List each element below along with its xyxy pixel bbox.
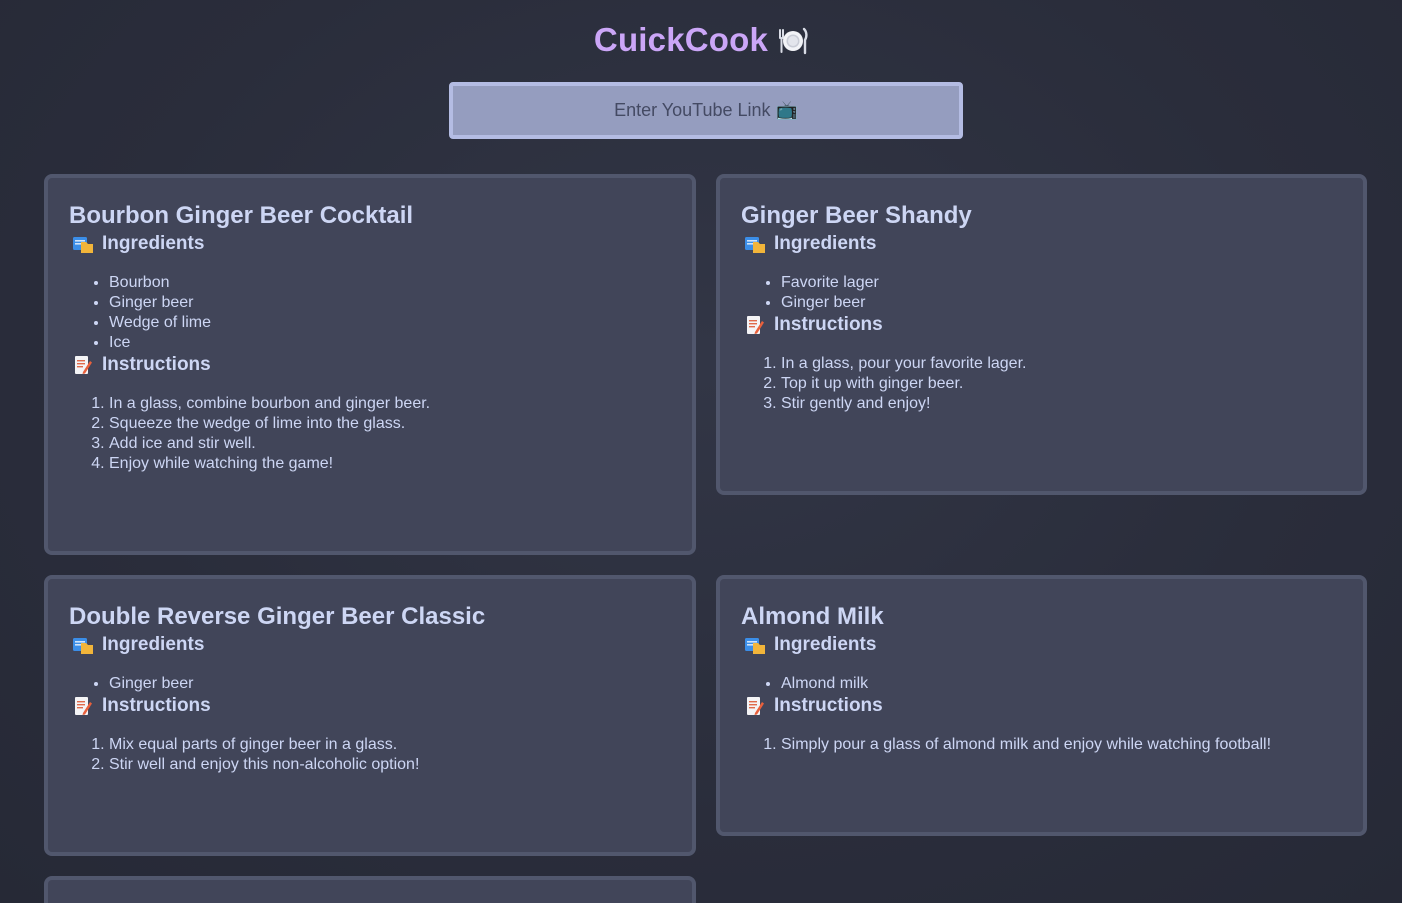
ingredients-list: Bourbon Ginger beer Wedge of lime Ice [69,273,671,353]
list-item: Ginger beer [781,293,1342,313]
recipe-card [44,876,696,903]
list-item: In a glass, pour your favorite lager. [781,354,1342,374]
recipe-card: Almond Milk Ingredients Almond milk Inst… [716,575,1367,836]
instructions-heading: Instructions [69,694,671,718]
list-item: Bourbon [109,273,671,293]
list-item: Wedge of lime [109,313,671,333]
list-item: Favorite lager [781,273,1342,293]
instructions-list: In a glass, combine bourbon and ginger b… [69,394,671,474]
memo-icon [75,356,92,374]
list-item: Simply pour a glass of almond milk and e… [781,735,1342,755]
clipboard-folder-icon [73,638,93,654]
list-item: Top it up with ginger beer. [781,374,1342,394]
list-item: Squeeze the wedge of lime into the glass… [109,414,671,434]
instructions-heading: Instructions [741,313,1342,337]
recipe-title: Ginger Beer Shandy [741,202,972,229]
memo-icon [747,697,764,715]
recipe-title: Double Reverse Ginger Beer Classic [69,603,486,630]
ingredients-label: Ingredients [102,634,205,655]
clipboard-folder-icon [73,237,93,253]
list-item: Ginger beer [109,293,671,313]
recipe-card: Ginger Beer Shandy Ingredients Favorite … [716,174,1367,495]
instructions-list: Mix equal parts of ginger beer in a glas… [69,735,671,775]
memo-icon [75,697,92,715]
list-item: Enjoy while watching the game! [109,454,671,474]
instructions-heading: Instructions [69,353,671,377]
memo-icon [747,316,764,334]
list-item: Ice [109,333,671,353]
plate-with-cutlery-icon [779,27,808,55]
instructions-heading: Instructions [741,694,1342,718]
ingredients-heading: Ingredients [741,232,1342,256]
ingredients-list: Favorite lager Ginger beer [741,273,1342,313]
instructions-label: Instructions [102,695,211,716]
ingredients-list: Almond milk [741,674,1342,694]
ingredients-list: Ginger beer [69,674,671,694]
instructions-label: Instructions [102,354,211,375]
ingredients-heading: Ingredients [69,232,671,256]
instructions-list: Simply pour a glass of almond milk and e… [741,735,1342,755]
list-item: In a glass, combine bourbon and ginger b… [109,394,671,414]
recipe-title: Almond Milk [741,603,884,630]
list-item: Stir gently and enjoy! [781,394,1342,414]
youtube-link-input[interactable] [449,82,963,139]
app-title-text: CuickCook [593,21,769,58]
list-item: Almond milk [781,674,1342,694]
recipe-card: Double Reverse Ginger Beer Classic Ingre… [44,575,696,856]
clipboard-folder-icon [745,638,765,654]
ingredients-heading: Ingredients [741,633,1342,657]
list-item: Stir well and enjoy this non-alcoholic o… [109,755,671,775]
ingredients-label: Ingredients [102,233,205,254]
recipe-title: Bourbon Ginger Beer Cocktail [69,202,414,229]
app-title: CuickCook [0,18,1402,62]
list-item: Add ice and stir well. [109,434,671,454]
instructions-label: Instructions [774,314,883,335]
ingredients-heading: Ingredients [69,633,671,657]
ingredients-label: Ingredients [774,233,877,254]
recipe-card: Bourbon Ginger Beer Cocktail Ingredients… [44,174,696,555]
instructions-list: In a glass, pour your favorite lager. To… [741,354,1342,414]
clipboard-folder-icon [745,237,765,253]
list-item: Ginger beer [109,674,671,694]
list-item: Mix equal parts of ginger beer in a glas… [109,735,671,755]
ingredients-label: Ingredients [774,634,877,655]
instructions-label: Instructions [774,695,883,716]
